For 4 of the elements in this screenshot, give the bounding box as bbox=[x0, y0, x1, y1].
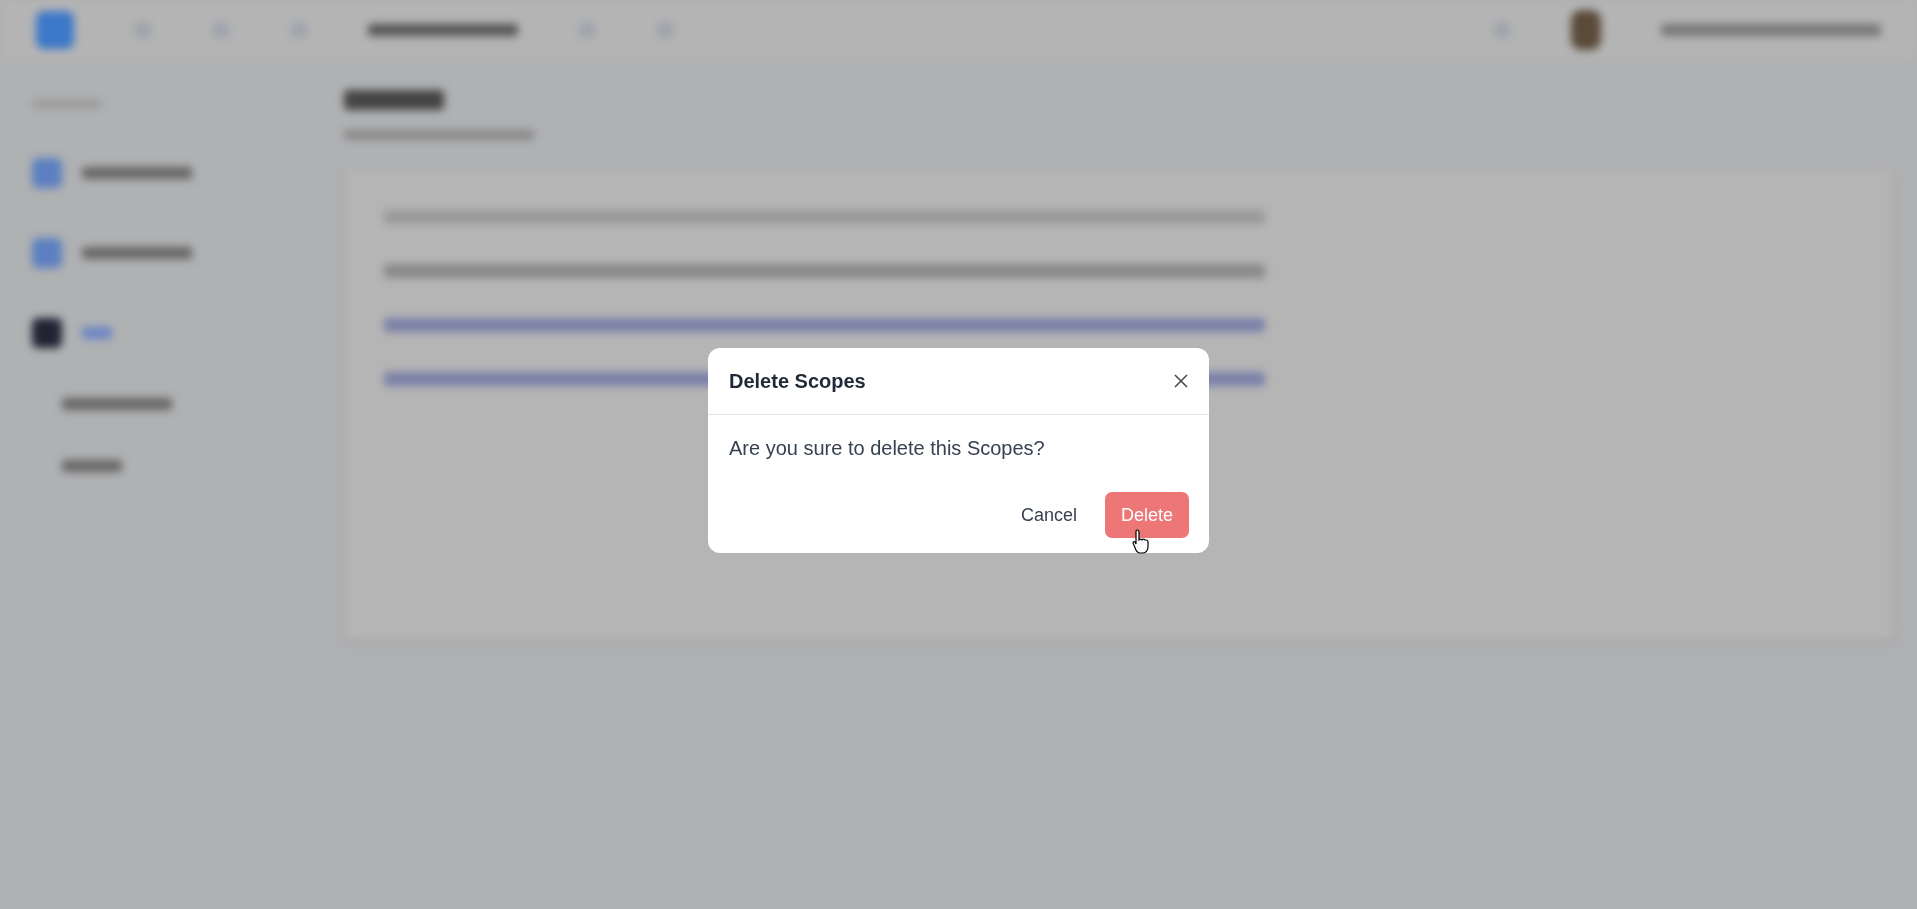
cancel-button[interactable]: Cancel bbox=[1004, 492, 1093, 538]
dialog-message: Are you sure to delete this Scopes? bbox=[728, 436, 1046, 460]
dialog-title: Delete Scopes bbox=[729, 369, 866, 393]
close-icon[interactable] bbox=[1173, 373, 1189, 389]
